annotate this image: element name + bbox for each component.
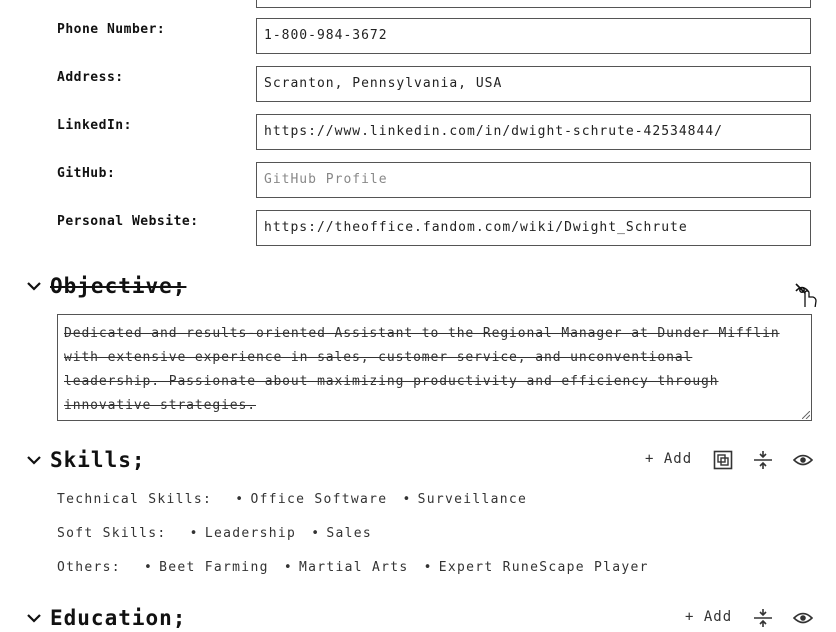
website-label: Personal Website: xyxy=(57,214,199,229)
education-add-button[interactable]: + Add xyxy=(685,609,732,625)
skills-title: Skills; xyxy=(50,448,146,472)
skill-item: Expert RuneScape Player xyxy=(410,560,649,575)
layout-toggle-icon[interactable] xyxy=(713,450,733,470)
skills-header: Skills; xyxy=(26,446,146,474)
skill-row-label: Soft Skills: xyxy=(57,526,167,541)
website-field[interactable]: https://theoffice.fandom.com/wiki/Dwight… xyxy=(256,210,811,246)
objective-title: Objective; xyxy=(50,274,187,298)
spacing-adjust-icon[interactable] xyxy=(753,608,773,628)
github-field[interactable]: GitHub Profile xyxy=(256,162,811,198)
eye-icon[interactable] xyxy=(793,450,813,470)
linkedin-label: LinkedIn: xyxy=(57,118,132,133)
skills-add-button[interactable]: + Add xyxy=(645,451,692,467)
skill-item: Leadership xyxy=(176,526,296,541)
email-field[interactable] xyxy=(256,0,811,8)
skill-row-soft: Soft Skills: Leadership Sales xyxy=(57,526,372,541)
phone-field[interactable]: 1-800-984-3672 xyxy=(256,18,811,54)
skill-row-others: Others: Beet Farming Martial Arts Expert… xyxy=(57,560,649,575)
skill-item: Martial Arts xyxy=(270,560,409,575)
skill-row-technical: Technical Skills: Office Software Survei… xyxy=(57,492,527,507)
skill-item: Office Software xyxy=(221,492,387,507)
objective-text: Dedicated and results-oriented Assistant… xyxy=(64,326,780,413)
resize-handle-icon[interactable] xyxy=(802,411,810,419)
spacing-adjust-icon[interactable] xyxy=(753,450,773,470)
skill-row-label: Others: xyxy=(57,560,121,575)
education-title: Education; xyxy=(50,606,187,630)
skill-item: Surveillance xyxy=(388,492,527,507)
linkedin-field[interactable]: https://www.linkedin.com/in/dwight-schru… xyxy=(256,114,811,150)
chevron-down-icon[interactable] xyxy=(26,610,42,626)
objective-textarea[interactable]: Dedicated and results-oriented Assistant… xyxy=(57,314,812,421)
objective-header: Objective; xyxy=(26,272,186,300)
eye-icon[interactable] xyxy=(793,608,813,628)
chevron-down-icon[interactable] xyxy=(26,278,42,294)
address-field[interactable]: Scranton, Pennsylvania, USA xyxy=(256,66,811,102)
github-label: GitHub: xyxy=(57,166,116,181)
education-header: Education; xyxy=(26,604,186,632)
eye-slash-icon[interactable] xyxy=(794,279,818,307)
skill-item: Beet Farming xyxy=(130,560,269,575)
skill-item: Sales xyxy=(297,526,372,541)
chevron-down-icon[interactable] xyxy=(26,452,42,468)
skill-row-label: Technical Skills: xyxy=(57,492,213,507)
address-label: Address: xyxy=(57,70,124,85)
phone-label: Phone Number: xyxy=(57,22,166,37)
